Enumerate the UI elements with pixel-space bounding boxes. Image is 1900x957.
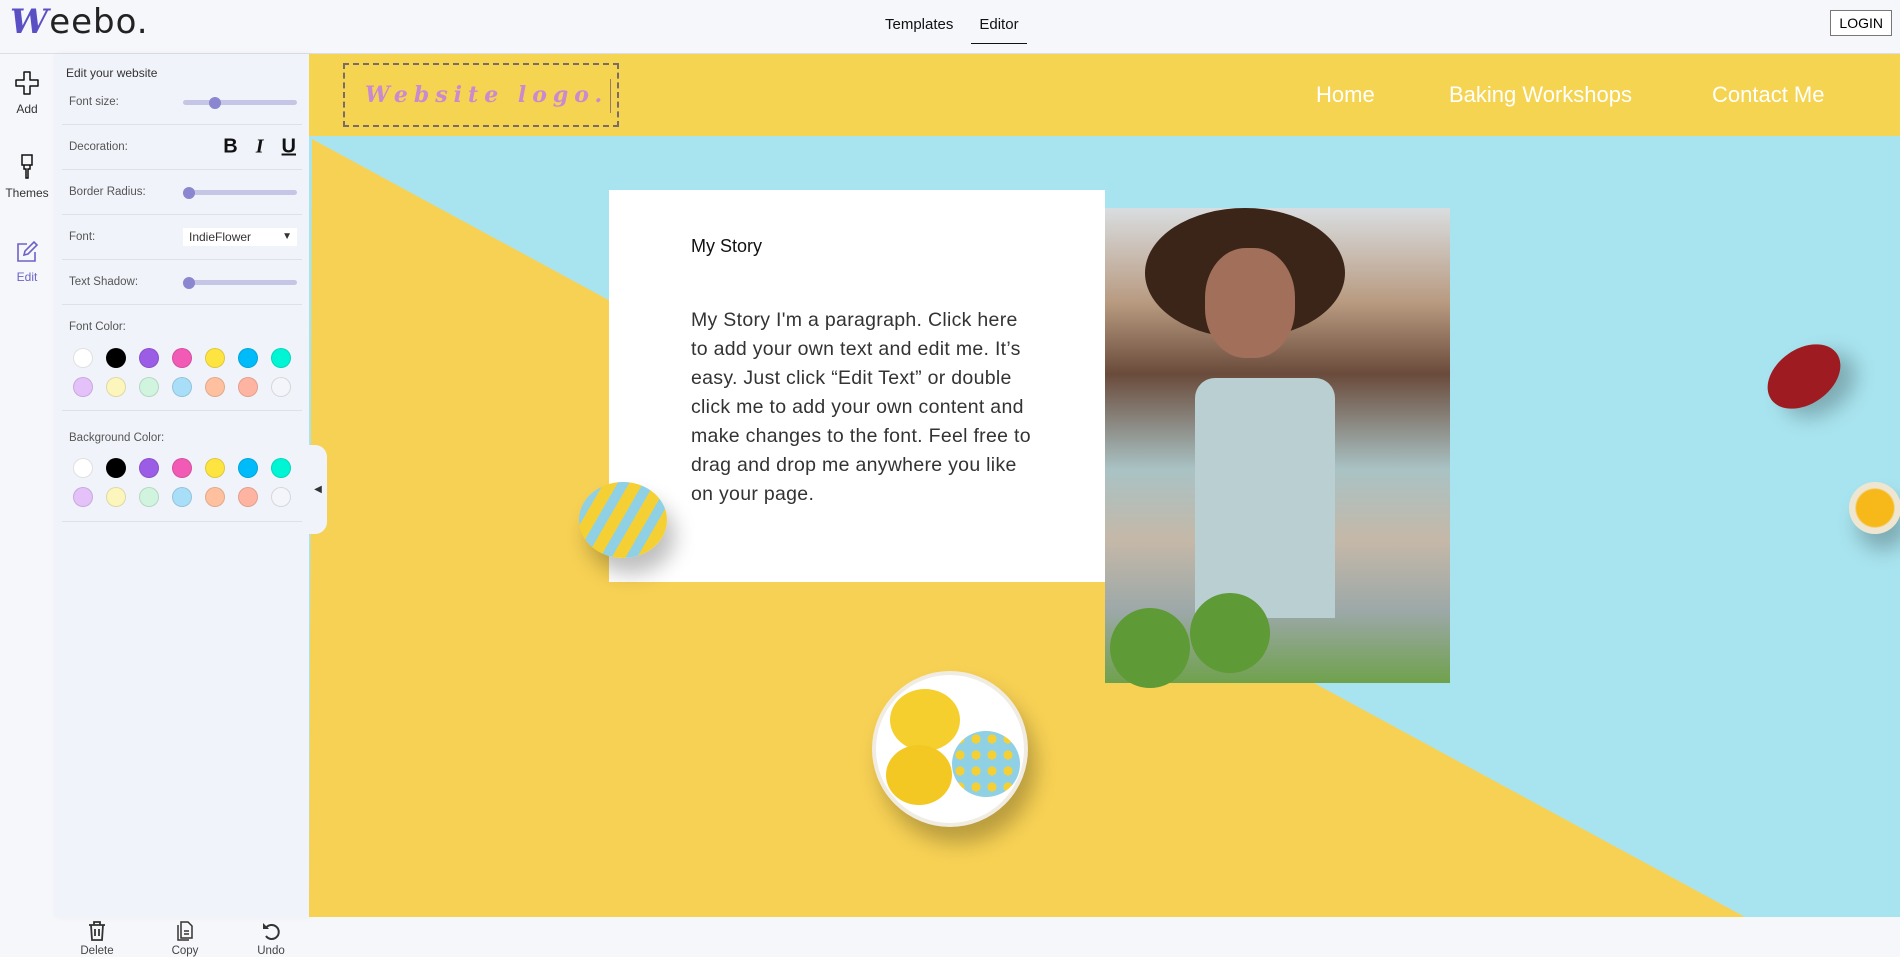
top-bar: Weebo. Templates Editor LOGIN xyxy=(0,0,1900,54)
rail-item-add[interactable]: Add xyxy=(0,70,54,116)
color-swatch[interactable] xyxy=(139,348,159,368)
color-swatch[interactable] xyxy=(73,348,93,368)
font-size-slider[interactable] xyxy=(183,96,297,109)
font-row: Font: IndieFlower ▼ xyxy=(62,215,302,260)
color-swatch[interactable] xyxy=(238,487,258,507)
color-swatch[interactable] xyxy=(106,458,126,478)
panel-title: Edit your website xyxy=(66,66,158,80)
color-swatch[interactable] xyxy=(205,458,225,478)
story-title[interactable]: My Story xyxy=(691,236,762,257)
color-swatch[interactable] xyxy=(238,348,258,368)
rail-item-edit[interactable]: Edit xyxy=(0,240,54,284)
font-size-row: Font size: xyxy=(62,80,302,125)
color-swatch[interactable] xyxy=(139,377,159,397)
bold-button[interactable]: B xyxy=(223,136,237,159)
plus-icon xyxy=(15,71,39,95)
color-swatch[interactable] xyxy=(139,487,159,507)
font-color-palette xyxy=(73,348,303,397)
undo-button[interactable]: Undo xyxy=(241,920,301,957)
text-shadow-slider[interactable] xyxy=(183,276,297,289)
trash-icon xyxy=(89,921,105,941)
slider-knob[interactable] xyxy=(208,96,221,109)
tab-templates[interactable]: Templates xyxy=(885,16,953,44)
edit-panel: Edit your website Font size: Decoration:… xyxy=(54,54,309,957)
slider-knob[interactable] xyxy=(183,276,195,289)
color-swatch[interactable] xyxy=(73,377,93,397)
delete-button[interactable]: Delete xyxy=(67,920,127,957)
color-swatch[interactable] xyxy=(205,487,225,507)
story-paragraph[interactable]: My Story I'm a paragraph. Click here to … xyxy=(691,306,1036,509)
color-swatch[interactable] xyxy=(238,458,258,478)
tab-editor[interactable]: Editor xyxy=(971,16,1027,44)
background-color-palette xyxy=(73,458,303,507)
divider xyxy=(62,521,302,522)
nav-home[interactable]: Home xyxy=(1316,82,1375,108)
website-logo[interactable]: Website logo. xyxy=(343,63,619,127)
lemon-image xyxy=(579,482,667,558)
background-color-label: Background Color: xyxy=(69,432,165,444)
collapse-panel-button[interactable]: ◀ xyxy=(309,445,327,534)
color-swatch[interactable] xyxy=(106,377,126,397)
egg-bowl-image xyxy=(1849,482,1900,534)
font-color-label: Font Color: xyxy=(69,321,126,333)
login-button[interactable]: LOGIN xyxy=(1830,10,1892,36)
color-swatch[interactable] xyxy=(172,487,192,507)
nav-contact-me[interactable]: Contact Me xyxy=(1712,82,1825,108)
undo-icon xyxy=(263,923,280,940)
tool-rail: Add Themes Edit xyxy=(0,54,54,917)
rail-item-themes[interactable]: Themes xyxy=(0,154,54,200)
color-swatch[interactable] xyxy=(106,487,126,507)
slider-knob[interactable] xyxy=(183,186,195,199)
color-swatch[interactable] xyxy=(238,377,258,397)
border-radius-slider[interactable] xyxy=(183,186,297,199)
color-swatch[interactable] xyxy=(271,458,291,478)
underline-button[interactable]: U xyxy=(282,136,296,159)
decoration-row: Decoration: B I U xyxy=(62,125,302,170)
italic-button[interactable]: I xyxy=(256,136,264,159)
color-swatch[interactable] xyxy=(73,487,93,507)
color-swatch[interactable] xyxy=(139,458,159,478)
site-header: Website logo. Home Baking Workshops Cont… xyxy=(309,54,1900,136)
color-swatch[interactable] xyxy=(205,377,225,397)
color-swatch[interactable] xyxy=(106,348,126,368)
text-shadow-row: Text Shadow: xyxy=(62,260,302,305)
color-swatch[interactable] xyxy=(172,458,192,478)
color-swatch[interactable] xyxy=(205,348,225,368)
nav-baking-workshops[interactable]: Baking Workshops xyxy=(1449,82,1632,108)
divider xyxy=(62,410,302,411)
caret-left-icon: ◀ xyxy=(314,484,322,495)
story-card[interactable]: My Story My Story I'm a paragraph. Click… xyxy=(609,190,1105,582)
top-tabs: Templates Editor xyxy=(885,16,1027,44)
color-swatch[interactable] xyxy=(172,348,192,368)
chevron-down-icon: ▼ xyxy=(282,231,292,242)
font-select[interactable]: IndieFlower ▼ xyxy=(183,228,297,246)
edit-icon xyxy=(17,240,39,262)
copy-icon xyxy=(177,921,193,941)
color-swatch[interactable] xyxy=(271,377,291,397)
color-swatch[interactable] xyxy=(172,377,192,397)
brand-logo[interactable]: Weebo. xyxy=(10,2,149,42)
paintbrush-icon xyxy=(21,154,33,179)
lemon-bowl-image xyxy=(872,671,1028,827)
website-canvas: Website logo. Home Baking Workshops Cont… xyxy=(309,54,1900,917)
baker-photo[interactable] xyxy=(1105,208,1450,688)
color-swatch[interactable] xyxy=(73,458,93,478)
color-swatch[interactable] xyxy=(271,487,291,507)
border-radius-row: Border Radius: xyxy=(62,170,302,215)
color-swatch[interactable] xyxy=(271,348,291,368)
copy-button[interactable]: Copy xyxy=(155,920,215,957)
